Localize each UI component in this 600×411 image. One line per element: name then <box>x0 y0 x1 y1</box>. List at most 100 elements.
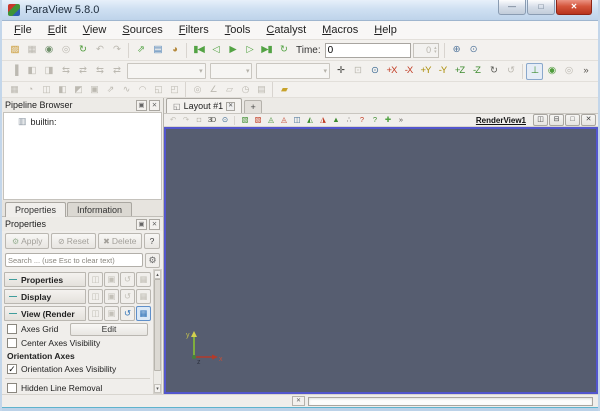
save-defaults-view-icon[interactable]: ▦ <box>136 306 151 321</box>
zoom-to-data-icon[interactable]: ⊕ <box>448 42 465 59</box>
section-view-render[interactable]: — View (Render <box>4 306 86 321</box>
scroll-up-icon[interactable]: ▴ <box>154 270 161 279</box>
apply-gear-icon: ⚙ <box>11 236 20 246</box>
close-view-button[interactable]: ✕ <box>581 114 596 126</box>
view-toolbar-overflow-icon[interactable]: » <box>394 115 407 126</box>
view-minus-z-icon[interactable]: -Z <box>468 63 485 80</box>
load-palette-icon[interactable]: ▤ <box>149 42 166 59</box>
menu-view[interactable]: View <box>75 21 115 39</box>
undock-icon[interactable]: ▣ <box>136 99 147 111</box>
select-points-polygon-icon[interactable]: ◬ <box>277 115 290 126</box>
last-frame-icon[interactable]: ▶▮ <box>258 42 275 59</box>
layout-tab-close-icon[interactable]: ✕ <box>226 101 236 111</box>
zoom-to-box-view-icon[interactable]: ⊙ <box>218 115 231 126</box>
abort-progress-button[interactable]: ✕ <box>292 396 305 406</box>
view-plus-y-icon[interactable]: +Y <box>417 63 434 80</box>
close-panel-icon[interactable]: ✕ <box>149 99 160 111</box>
help-button[interactable]: ? <box>143 233 160 249</box>
search-options-gear-icon[interactable]: ⚙ <box>145 252 160 268</box>
axes-grid-edit-button[interactable]: Edit <box>70 322 148 336</box>
menu-sources[interactable]: Sources <box>114 21 170 39</box>
section-properties[interactable]: — Properties <box>4 272 86 287</box>
select-points-rect-icon[interactable]: ▧ <box>251 115 264 126</box>
view-minus-y-icon[interactable]: -Y <box>434 63 451 80</box>
section-display[interactable]: — Display <box>4 289 86 304</box>
interaction-mode-3d-icon[interactable]: 3D <box>205 115 218 126</box>
zoom-to-box-icon[interactable]: ⊙ <box>366 63 383 80</box>
scroll-down-icon[interactable]: ▾ <box>154 384 161 393</box>
center-axes-visibility-checkbox[interactable] <box>7 337 17 348</box>
hidden-line-removal-checkbox[interactable] <box>7 383 17 393</box>
hover-points-icon[interactable]: ∴ <box>342 115 355 126</box>
layout-tab[interactable]: ◱ Layout #1 ✕ <box>166 98 243 113</box>
maximize-button[interactable]: □ <box>527 0 555 15</box>
loop-icon[interactable]: ↻ <box>275 42 292 59</box>
show-center-icon[interactable]: ◉ <box>543 63 560 80</box>
titlebar[interactable]: ParaView 5.8.0 — □ ✕ <box>2 0 598 21</box>
representation-combo: ▾ <box>256 63 330 79</box>
play-icon[interactable]: ▶ <box>224 42 241 59</box>
zoom-closest-to-data-icon[interactable]: ⊙ <box>465 42 482 59</box>
undock-icon[interactable]: ▣ <box>136 218 147 230</box>
next-frame-icon[interactable]: ▷ <box>241 42 258 59</box>
select-cells-query-icon[interactable]: ? <box>355 115 368 126</box>
new-layout-tab-button[interactable]: + <box>244 100 263 113</box>
threshold-icon: ◩ <box>74 83 83 94</box>
tab-properties[interactable]: Properties <box>5 202 67 217</box>
minimize-button[interactable]: — <box>498 0 526 15</box>
apply-button-row: ⚙ Apply ⊘ Reset ✖ Delete ? <box>2 231 163 251</box>
render-viewport[interactable]: x y z <box>164 127 598 394</box>
rotate-90-cw-icon[interactable]: ↻ <box>485 63 502 80</box>
camera-toolbar-overflow-icon[interactable]: » <box>577 63 594 80</box>
statusbar: ✕ <box>2 394 598 407</box>
menu-edit[interactable]: Edit <box>40 21 75 39</box>
load-state-icon[interactable]: ⇗ <box>132 42 149 59</box>
axes-grid-checkbox[interactable] <box>7 324 17 334</box>
tab-information[interactable]: Information <box>67 202 133 216</box>
first-frame-icon[interactable]: ▮◀ <box>190 42 207 59</box>
view-plus-z-icon[interactable]: +Z <box>451 63 468 80</box>
color-palette-icon[interactable]: ◕ <box>166 42 183 59</box>
select-cells-rect-icon[interactable]: ▧ <box>238 115 251 126</box>
restore-defaults-view-icon[interactable]: ↺ <box>120 306 135 321</box>
auto-apply-toggle-icon[interactable]: ↻ <box>74 42 91 59</box>
interactive-select-cells-icon[interactable]: ◭ <box>303 115 316 126</box>
search-row: ⚙ <box>2 251 163 269</box>
select-block-icon[interactable]: ◫ <box>290 115 303 126</box>
menu-help[interactable]: Help <box>366 21 405 39</box>
view-minus-x-icon[interactable]: -X <box>400 63 417 80</box>
maximize-view-button[interactable]: □ <box>565 114 580 126</box>
reset-camera-icon[interactable]: ✛ <box>332 63 349 80</box>
hover-cells-icon[interactable]: ▲ <box>329 115 342 126</box>
search-input[interactable] <box>5 253 143 267</box>
pipeline-item-builtin[interactable]: ▥ builtin: <box>4 113 161 127</box>
open-file-icon[interactable]: ▨ <box>6 42 23 59</box>
menu-filters[interactable]: Filters <box>171 21 217 39</box>
menu-file[interactable]: File <box>6 21 40 39</box>
common-filters-toolbar: ▦ ◔ ◫ ◧ ◩ ▣ ⇗ ∿ ◠ ◱ ◰ ◎ ∠ ▱ ◷ ▤ ▰ <box>2 82 598 98</box>
copy-properties-icon: ◫ <box>88 272 103 287</box>
select-points-query-icon[interactable]: ? <box>368 115 381 126</box>
view-plus-x-icon[interactable]: +X <box>383 63 400 80</box>
menu-tools[interactable]: Tools <box>217 21 259 39</box>
interactive-select-points-icon[interactable]: ◮ <box>316 115 329 126</box>
camera-undo-icon: ↶ <box>169 114 176 124</box>
connect-server-icon[interactable]: ◉ <box>40 42 57 59</box>
previous-frame-icon[interactable]: ◁ <box>207 42 224 59</box>
split-horizontal-button[interactable]: ◫ <box>533 114 548 126</box>
time-input[interactable] <box>324 42 411 58</box>
close-panel-icon[interactable]: ✕ <box>149 218 160 230</box>
ruler-icon[interactable]: ▰ <box>276 83 292 97</box>
paste-display-icon: ▣ <box>104 289 119 304</box>
orientation-axes-visibility-checkbox[interactable]: ✓ <box>7 364 17 374</box>
menu-macros[interactable]: Macros <box>314 21 366 39</box>
scrollbar-thumb[interactable] <box>154 279 161 371</box>
window-controls: — □ ✕ <box>498 0 592 15</box>
properties-scrollbar[interactable]: ▴ ▾ <box>153 269 162 394</box>
orientation-axes-toggle-icon[interactable]: ⊥ <box>526 62 543 80</box>
menu-catalyst[interactable]: Catalyst <box>258 21 314 39</box>
select-cells-polygon-icon[interactable]: ◬ <box>264 115 277 126</box>
split-vertical-button[interactable]: ⊟ <box>549 114 564 126</box>
grow-selection-icon[interactable]: ✚ <box>381 115 394 126</box>
close-button[interactable]: ✕ <box>556 0 592 15</box>
